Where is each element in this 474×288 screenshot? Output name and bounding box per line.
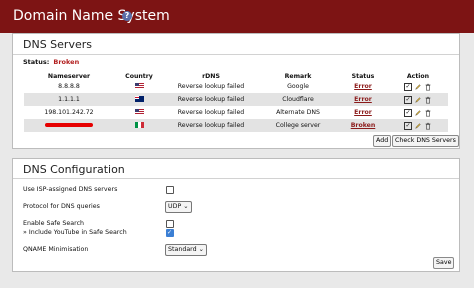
redacted-nameserver (45, 123, 93, 127)
save-button[interactable]: Save (433, 257, 455, 269)
enable-checkbox[interactable]: ✓ (404, 95, 413, 104)
col-status: Status (351, 72, 375, 80)
nameserver-cell: 198.101.242.72 (44, 109, 94, 116)
table-row: 8.8.8.8 Reverse lookup failed Google Err… (24, 80, 448, 93)
add-button[interactable]: Add (373, 135, 392, 147)
col-country: Country (125, 72, 153, 80)
chevron-down-icon: ⌄ (198, 246, 204, 253)
status-line: Status: Broken (23, 58, 79, 66)
table-row: 1.1.1.1 Reverse lookup failed Cloudflare… (24, 93, 448, 106)
enable-checkbox[interactable]: ✓ (404, 121, 413, 130)
delete-trash-icon[interactable] (424, 96, 432, 104)
youtube-safe-search-label: » Include YouTube in Safe Search (23, 229, 127, 236)
status-link[interactable]: Broken (351, 122, 376, 129)
chevron-down-icon: ⌄ (183, 203, 189, 210)
status-link[interactable]: Error (354, 83, 372, 90)
it-flag-icon (134, 122, 144, 128)
qname-select[interactable]: Standard ⌄ (165, 244, 207, 256)
col-rdns: rDNS (202, 72, 220, 80)
isp-dns-label: Use ISP-assigned DNS servers (23, 186, 118, 193)
page-title: Domain Name System (13, 8, 170, 24)
status-link[interactable]: Error (354, 96, 372, 103)
table-row: 198.101.242.72 Reverse lookup failed Alt… (24, 106, 448, 119)
edit-pencil-icon[interactable] (414, 122, 422, 130)
us-flag-icon (134, 83, 144, 89)
delete-trash-icon[interactable] (424, 122, 432, 130)
qname-label: QNAME Minimisation (23, 246, 89, 253)
rdns-cell: Reverse lookup failed (164, 119, 258, 132)
dns-servers-table: Nameserver Country rDNS Remark Status Ac… (24, 72, 448, 132)
qname-value: Standard (168, 246, 197, 253)
status-link[interactable]: Error (354, 109, 372, 116)
status-label: Status: (23, 58, 50, 66)
edit-pencil-icon[interactable] (414, 109, 422, 117)
check-dns-servers-button[interactable]: Check DNS Servers (392, 135, 459, 147)
edit-pencil-icon[interactable] (414, 83, 422, 91)
au-flag-icon (134, 96, 144, 102)
safe-search-checkbox[interactable] (166, 220, 174, 228)
status-badge: Broken (53, 58, 80, 66)
remark-cell: College server (258, 119, 338, 132)
enable-checkbox[interactable]: ✓ (404, 82, 413, 91)
col-nameserver: Nameserver (47, 72, 91, 80)
title-bar: Domain Name System ? (0, 0, 474, 33)
dns-servers-panel: DNS Servers Status: Broken Nameserver Cou… (12, 33, 460, 149)
rdns-cell: Reverse lookup failed (164, 93, 258, 106)
table-row: Reverse lookup failed College server Bro… (24, 119, 448, 132)
isp-dns-checkbox[interactable] (166, 186, 174, 194)
enable-checkbox[interactable]: ✓ (404, 108, 413, 117)
safe-search-label: Enable Safe Search (23, 220, 85, 227)
dns-servers-heading: DNS Servers (23, 38, 92, 51)
dns-configuration-panel: DNS Configuration Use ISP-assigned DNS s… (12, 158, 460, 272)
divider (13, 178, 459, 179)
dns-configuration-heading: DNS Configuration (23, 163, 125, 176)
nameserver-cell: 1.1.1.1 (24, 93, 114, 106)
edit-pencil-icon[interactable] (414, 96, 422, 104)
help-icon[interactable]: ? (122, 11, 132, 21)
rdns-cell: Reverse lookup failed (177, 83, 245, 90)
remark-cell: Cloudflare (258, 93, 338, 106)
protocol-value: UDP (168, 203, 182, 210)
divider (13, 54, 459, 55)
remark-cell: Alternate DNS (276, 109, 320, 116)
col-action: Action (406, 72, 430, 80)
col-remark: Remark (284, 72, 312, 80)
delete-trash-icon[interactable] (424, 109, 432, 117)
youtube-safe-search-checkbox[interactable] (166, 229, 174, 237)
protocol-select[interactable]: UDP ⌄ (165, 201, 192, 213)
delete-trash-icon[interactable] (424, 83, 432, 91)
remark-cell: Google (287, 83, 309, 90)
rdns-cell: Reverse lookup failed (177, 109, 245, 116)
nameserver-cell: 8.8.8.8 (58, 83, 80, 90)
us-flag-icon (134, 109, 144, 115)
protocol-label: Protocol for DNS queries (23, 203, 100, 210)
